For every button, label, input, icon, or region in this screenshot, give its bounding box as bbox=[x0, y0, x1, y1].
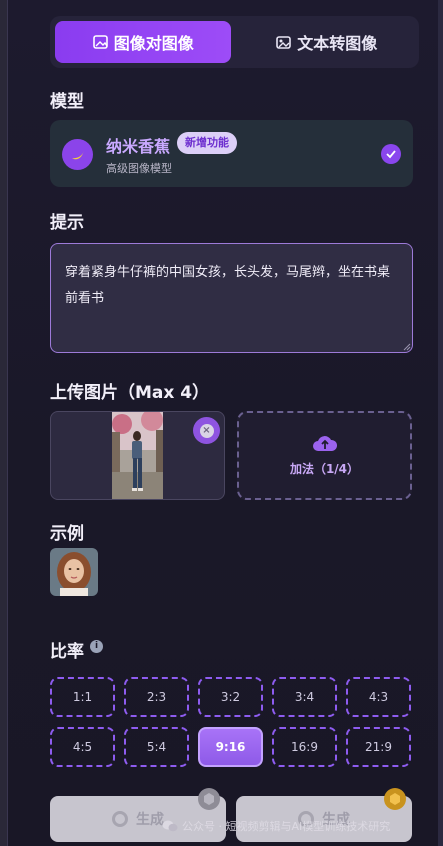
text-image-icon bbox=[276, 36, 292, 49]
uploaded-image-card: × bbox=[50, 411, 225, 500]
examples-section-label: 示例 bbox=[50, 524, 84, 544]
check-icon bbox=[381, 144, 401, 164]
gold-badge-icon bbox=[384, 788, 406, 810]
ratio-option-16-9[interactable]: 16:9 bbox=[272, 727, 337, 767]
uploaded-image bbox=[112, 412, 163, 499]
add-image-button[interactable]: 加法（1/4） bbox=[237, 411, 412, 500]
tab-image-to-image-label: 图像对图像 bbox=[113, 34, 194, 53]
tab-text-to-image[interactable]: 文本转图像 bbox=[239, 21, 415, 63]
watermark: 公众号 · 短视频剪辑与AI模型训练技术研究 bbox=[162, 818, 390, 834]
ratio-option-5-4[interactable]: 5:4 bbox=[124, 727, 189, 767]
generate-button-standard-label: 生成 bbox=[136, 812, 164, 828]
info-icon[interactable]: i bbox=[90, 640, 103, 653]
ratio-option-4-3[interactable]: 4:3 bbox=[346, 677, 411, 717]
tab-image-to-image[interactable]: 图像对图像 bbox=[55, 21, 231, 63]
close-icon: × bbox=[199, 423, 214, 438]
model-description: 高级图像模型 bbox=[106, 162, 172, 175]
wechat-icon bbox=[162, 820, 178, 832]
ratio-option-4-5[interactable]: 4:5 bbox=[50, 727, 115, 767]
image-edit-icon bbox=[92, 35, 108, 49]
prompt-input[interactable]: 穿着紧身牛仔裤的中国女孩，长头发，马尾辫，坐在书桌前看书 bbox=[50, 243, 413, 353]
ratio-option-1-1[interactable]: 1:1 bbox=[50, 677, 115, 717]
cloud-upload-icon bbox=[312, 436, 337, 451]
banana-icon bbox=[62, 139, 93, 170]
left-panel-edge bbox=[0, 0, 8, 846]
ratio-option-2-3[interactable]: 2:3 bbox=[124, 677, 189, 717]
ratio-option-3-2[interactable]: 3:2 bbox=[198, 677, 263, 717]
prompt-section-label: 提示 bbox=[50, 213, 84, 233]
scrollbar[interactable] bbox=[438, 0, 443, 846]
model-section-label: 模型 bbox=[50, 92, 84, 112]
model-card[interactable]: 纳米香蕉 新增功能 高级图像模型 bbox=[50, 120, 413, 187]
mode-tabs: 图像对图像 文本转图像 bbox=[50, 16, 419, 68]
remove-image-button[interactable]: × bbox=[193, 417, 220, 444]
model-new-badge: 新增功能 bbox=[177, 132, 237, 154]
ratio-option-9-16[interactable]: 9:16 bbox=[198, 727, 263, 767]
silver-badge-icon bbox=[198, 788, 220, 810]
resize-grip-icon[interactable] bbox=[403, 343, 411, 351]
tab-text-to-image-label: 文本转图像 bbox=[297, 34, 378, 53]
add-image-label: 加法（1/4） bbox=[289, 462, 360, 476]
model-name: 纳米香蕉 bbox=[106, 137, 171, 156]
ratio-option-3-4[interactable]: 3:4 bbox=[272, 677, 337, 717]
ratio-section-label: 比率 bbox=[50, 642, 84, 662]
upload-section-label: 上传图片（Max 4） bbox=[50, 383, 210, 403]
watermark-text: 公众号 · 短视频剪辑与AI模型训练技术研究 bbox=[182, 820, 391, 833]
example-image[interactable] bbox=[50, 548, 98, 596]
ratio-option-21-9[interactable]: 21:9 bbox=[346, 727, 411, 767]
spinner-icon bbox=[112, 811, 128, 827]
